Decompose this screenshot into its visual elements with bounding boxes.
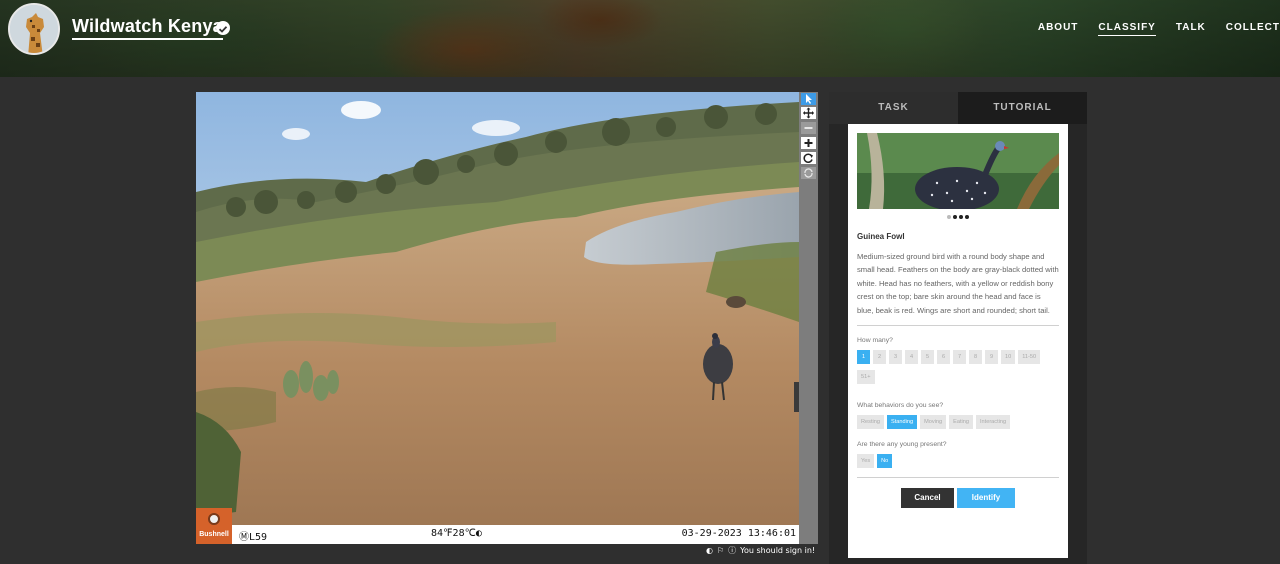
divider xyxy=(857,477,1059,479)
species-description: Medium-sized ground bird with a round bo… xyxy=(857,252,1059,315)
young-option-yes[interactable]: Yes xyxy=(857,454,875,469)
behavior-option-interacting[interactable]: Interacting xyxy=(975,415,1011,430)
camera-timestamp: 03-29-2023 13:46:01 xyxy=(681,528,796,539)
viewer-footer: ◐ ⚐ ⓘ You should sign in! xyxy=(706,545,819,556)
divider xyxy=(857,325,1059,327)
young-option-no[interactable]: No xyxy=(877,454,893,469)
zoom-out-icon[interactable] xyxy=(801,122,816,134)
count-option[interactable]: 51+ xyxy=(857,370,875,385)
spacer xyxy=(857,390,1059,392)
camera-info-strip: ⓂL59 84℉28℃◐ 03-29-2023 13:46:01 xyxy=(196,525,799,544)
rotate-icon[interactable] xyxy=(801,152,816,164)
tab-tutorial[interactable]: TUTORIAL xyxy=(958,92,1087,124)
nav-collect[interactable]: COLLECT xyxy=(1226,22,1280,36)
carousel-dot[interactable] xyxy=(953,214,957,219)
behavior-option-moving[interactable]: Moving xyxy=(920,415,947,430)
task-tabs: TASK TUTORIAL xyxy=(829,92,1087,124)
image-toolbar xyxy=(799,92,818,544)
verified-badge-icon xyxy=(216,21,230,35)
camera-temperature: 84℉28℃◐ xyxy=(431,528,482,539)
photo-carousel-dots xyxy=(857,211,1059,223)
nav-classify[interactable]: CLASSIFY xyxy=(1098,22,1156,36)
move-icon[interactable] xyxy=(801,107,816,119)
species-photo xyxy=(857,133,1059,209)
behavior-option-eating[interactable]: Eating xyxy=(949,415,973,430)
count-option[interactable]: 7 xyxy=(953,350,966,365)
species-panel: Guinea Fowl Medium-sized ground bird wit… xyxy=(848,124,1068,558)
camera-brand-label: Bushnell xyxy=(199,531,229,538)
carousel-dot[interactable] xyxy=(965,214,969,219)
count-option[interactable]: 4 xyxy=(905,350,918,365)
project-title[interactable]: Wildwatch Kenya xyxy=(72,16,223,40)
carousel-dot[interactable] xyxy=(947,214,951,219)
question-young: Are there any young present? xyxy=(857,441,947,449)
camera-trap-photo xyxy=(196,92,799,544)
reset-icon[interactable] xyxy=(801,167,816,179)
pointer-icon[interactable] xyxy=(801,93,816,105)
project-nav: ABOUT CLASSIFY TALK COLLECT xyxy=(1018,22,1280,36)
count-option[interactable]: 1 xyxy=(857,350,870,365)
behavior-option-resting[interactable]: Resting xyxy=(857,415,884,430)
behavior-option-standing[interactable]: Standing xyxy=(886,415,918,430)
info-icon[interactable]: ⓘ xyxy=(728,545,736,556)
count-option[interactable]: 6 xyxy=(937,350,950,365)
count-option[interactable]: 9 xyxy=(985,350,998,365)
zoom-in-icon[interactable] xyxy=(801,137,816,149)
carousel-dot[interactable] xyxy=(959,214,963,219)
sign-in-notice[interactable]: You should sign in! xyxy=(740,546,815,555)
how-many-options: 1 2 3 4 5 6 7 8 9 10 11-50 51+ xyxy=(857,350,1059,390)
camera-brand-logo: Bushnell xyxy=(196,508,232,544)
count-option[interactable]: 3 xyxy=(889,350,902,365)
camera-brand-icon xyxy=(208,513,220,525)
tab-task[interactable]: TASK xyxy=(829,92,958,124)
question-behaviors: What behaviors do you see? xyxy=(857,402,944,410)
count-option[interactable]: 8 xyxy=(969,350,982,365)
project-avatar[interactable] xyxy=(8,3,60,55)
young-options: Yes No xyxy=(857,454,1059,474)
nav-about[interactable]: ABOUT xyxy=(1038,22,1079,36)
count-option[interactable]: 5 xyxy=(921,350,934,365)
count-option[interactable]: 11-50 xyxy=(1018,350,1041,365)
behavior-options: Resting Standing Moving Eating Interacti… xyxy=(857,415,1059,435)
count-option[interactable]: 10 xyxy=(1001,350,1016,365)
nav-talk[interactable]: TALK xyxy=(1176,22,1206,36)
question-how-many: How many? xyxy=(857,337,893,345)
species-name: Guinea Fowl xyxy=(857,232,905,241)
identify-button[interactable]: Identify xyxy=(957,488,1015,509)
task-actions: Cancel Identify xyxy=(857,488,1059,509)
subject-image[interactable]: ⓂL59 84℉28℃◐ 03-29-2023 13:46:01 Bushnel… xyxy=(196,92,799,544)
contrast-icon[interactable]: ◐ xyxy=(706,546,713,555)
camera-id: ⓂL59 xyxy=(239,532,268,543)
flag-icon[interactable]: ⚐ xyxy=(717,546,724,555)
cancel-button[interactable]: Cancel xyxy=(901,488,954,509)
count-option[interactable]: 2 xyxy=(873,350,886,365)
